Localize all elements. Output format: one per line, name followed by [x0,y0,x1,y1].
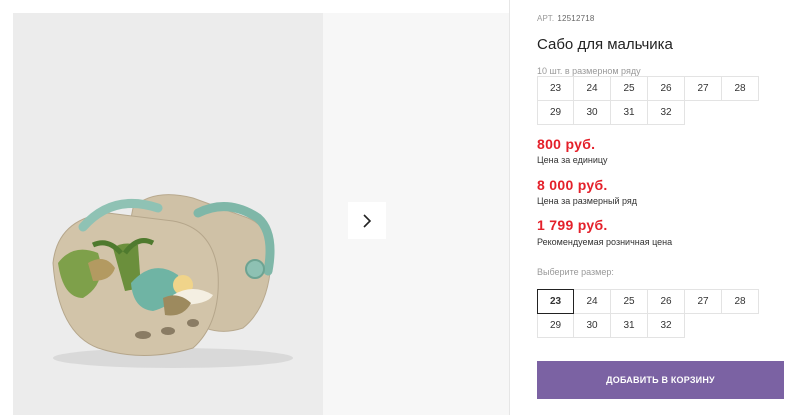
product-page: АРТ. 12512718 Сабо для мальчика 10 шт. в … [0,0,800,415]
product-photo [13,13,323,415]
retail-price-label: Рекомендуемая розничная цена [537,237,673,247]
pack-size-cell: 23 [537,76,574,101]
size-option-28[interactable]: 28 [721,289,759,314]
pack-size-cell: 31 [610,100,648,125]
unit-price-label: Цена за единицу [537,155,608,165]
pack-size-cell: 32 [647,100,685,125]
size-option-25[interactable]: 25 [610,289,648,314]
size-option-26[interactable]: 26 [647,289,685,314]
unit-price: 800 руб. [537,136,596,152]
pack-size-cell: 25 [610,76,648,101]
article-number: АРТ. 12512718 [537,14,595,23]
pack-size-grid: 23 24 25 26 27 28 29 30 31 32 [537,76,759,125]
pack-price: 8 000 руб. [537,177,608,193]
pack-size-cell: 30 [573,100,611,125]
size-option-32[interactable]: 32 [647,313,685,338]
pack-caption: 10 шт. в размерном ряду [537,66,641,76]
size-option-29[interactable]: 29 [537,313,574,338]
article-value: 12512718 [557,14,595,23]
size-selector: 23 24 25 26 27 28 29 30 31 32 [537,289,759,338]
choose-size-label: Выберите размер: [537,267,614,277]
size-option-30[interactable]: 30 [573,313,611,338]
size-option-31[interactable]: 31 [610,313,648,338]
size-option-24[interactable]: 24 [573,289,611,314]
clog-illustration [52,194,293,368]
article-label: АРТ. [537,14,555,23]
gallery-next-button[interactable] [348,202,386,239]
add-to-cart-button[interactable]: ДОБАВИТЬ В КОРЗИНУ [537,361,784,399]
pack-size-cell: 28 [721,76,759,101]
pack-price-label: Цена за размерный ряд [537,196,638,206]
pack-size-cell: 27 [684,76,722,101]
pack-size-cell: 24 [573,76,611,101]
size-option-27[interactable]: 27 [684,289,722,314]
retail-price: 1 799 руб. [537,217,608,233]
pack-size-cell: 29 [537,100,574,125]
chevron-right-icon [363,213,372,228]
product-title: Сабо для мальчика [537,36,673,53]
product-gallery [13,13,509,415]
panel-divider [509,0,510,415]
size-option-23[interactable]: 23 [537,289,574,314]
pack-size-cell: 26 [647,76,685,101]
